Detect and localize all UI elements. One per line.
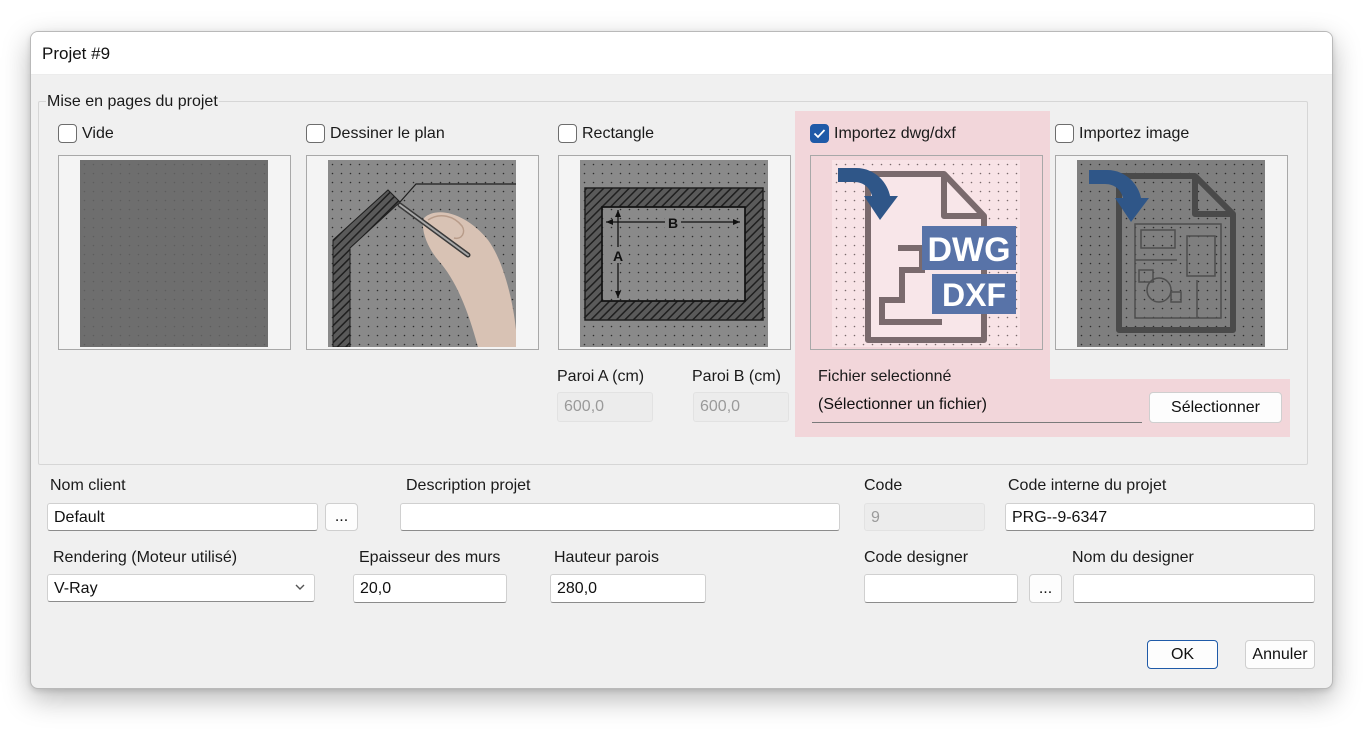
description-label: Description projet <box>406 477 531 494</box>
wall-a-input: 600,0 <box>557 392 653 422</box>
window-title: Projet #9 <box>42 44 111 63</box>
hand-drawing-plan-icon <box>328 160 516 347</box>
option-draw-plan-checkbox[interactable] <box>306 124 325 143</box>
internal-code-label: Code interne du projet <box>1008 477 1167 494</box>
title-bar: Projet #9 <box>31 32 1332 75</box>
designer-name-input[interactable] <box>1073 574 1315 603</box>
chevron-down-icon <box>295 584 305 590</box>
rendering-select[interactable]: V-Ray <box>47 574 315 602</box>
wall-b-label: Paroi B (cm) <box>692 368 781 385</box>
import-image-icon <box>1077 160 1265 347</box>
project-dialog: Projet #9 Mise en pages du projet Vide D… <box>30 31 1333 689</box>
description-input[interactable] <box>400 503 840 531</box>
wall-height-label: Hauteur parois <box>554 549 659 566</box>
option-import-dwg-thumbnail[interactable]: DWG DXF <box>810 155 1043 350</box>
option-import-dwg-checkbox[interactable] <box>810 124 829 143</box>
layout-group-legend: Mise en pages du projet <box>46 93 219 111</box>
dxf-text: DXF <box>942 277 1006 313</box>
designer-browse-button[interactable]: ... <box>1029 574 1062 603</box>
selected-file-label: Fichier selectionné <box>818 368 952 385</box>
wall-thickness-label: Epaisseur des murs <box>359 549 501 566</box>
selected-file-field[interactable]: (Sélectionner un fichier) <box>812 391 1142 423</box>
option-import-image-checkbox[interactable] <box>1055 124 1074 143</box>
rendering-value: V-Ray <box>54 580 98 597</box>
rendering-label: Rendering (Moteur utilisé) <box>53 549 238 566</box>
checkmark-icon <box>813 129 826 139</box>
rect-b-label: B <box>668 215 678 231</box>
wall-thickness-input[interactable]: 20,0 <box>353 574 507 603</box>
wall-height-input[interactable]: 280,0 <box>550 574 706 603</box>
rect-a-label: A <box>613 248 623 264</box>
option-rectangle-label: Rectangle <box>582 124 655 142</box>
wall-a-label: Paroi A (cm) <box>557 368 645 385</box>
select-file-button[interactable]: Sélectionner <box>1149 392 1282 423</box>
ok-button[interactable]: OK <box>1147 640 1218 669</box>
client-browse-button[interactable]: ... <box>325 503 358 531</box>
option-rectangle-checkbox[interactable] <box>558 124 577 143</box>
option-rectangle-thumbnail[interactable]: B A <box>558 155 791 350</box>
option-rectangle[interactable]: Rectangle <box>558 124 654 143</box>
option-import-image[interactable]: Importez image <box>1055 124 1189 143</box>
designer-code-input[interactable] <box>864 574 1018 603</box>
option-empty-label: Vide <box>82 124 114 142</box>
internal-code-input[interactable]: PRG--9-6347 <box>1005 503 1315 531</box>
option-empty-checkbox[interactable] <box>58 124 77 143</box>
dwg-text: DWG <box>927 231 1010 269</box>
dwg-dxf-file-icon: DWG DXF <box>832 160 1020 347</box>
empty-grid-icon <box>80 160 268 347</box>
option-import-image-label: Importez image <box>1079 124 1190 142</box>
option-import-dwg[interactable]: Importez dwg/dxf <box>810 124 956 143</box>
code-label: Code <box>864 477 903 494</box>
option-import-dwg-label: Importez dwg/dxf <box>834 124 956 142</box>
option-draw-plan-thumbnail[interactable] <box>306 155 539 350</box>
designer-name-label: Nom du designer <box>1072 549 1194 566</box>
option-draw-plan-label: Dessiner le plan <box>330 124 445 142</box>
option-empty[interactable]: Vide <box>58 124 114 143</box>
client-name-label: Nom client <box>50 477 126 494</box>
rectangle-walls-icon: B A <box>580 160 768 347</box>
code-input: 9 <box>864 503 985 531</box>
designer-code-label: Code designer <box>864 549 969 566</box>
client-name-input[interactable]: Default <box>47 503 318 531</box>
option-empty-thumbnail[interactable] <box>58 155 291 350</box>
option-draw-plan[interactable]: Dessiner le plan <box>306 124 445 143</box>
option-import-image-thumbnail[interactable] <box>1055 155 1288 350</box>
wall-b-input: 600,0 <box>693 392 789 422</box>
cancel-button[interactable]: Annuler <box>1245 640 1315 669</box>
